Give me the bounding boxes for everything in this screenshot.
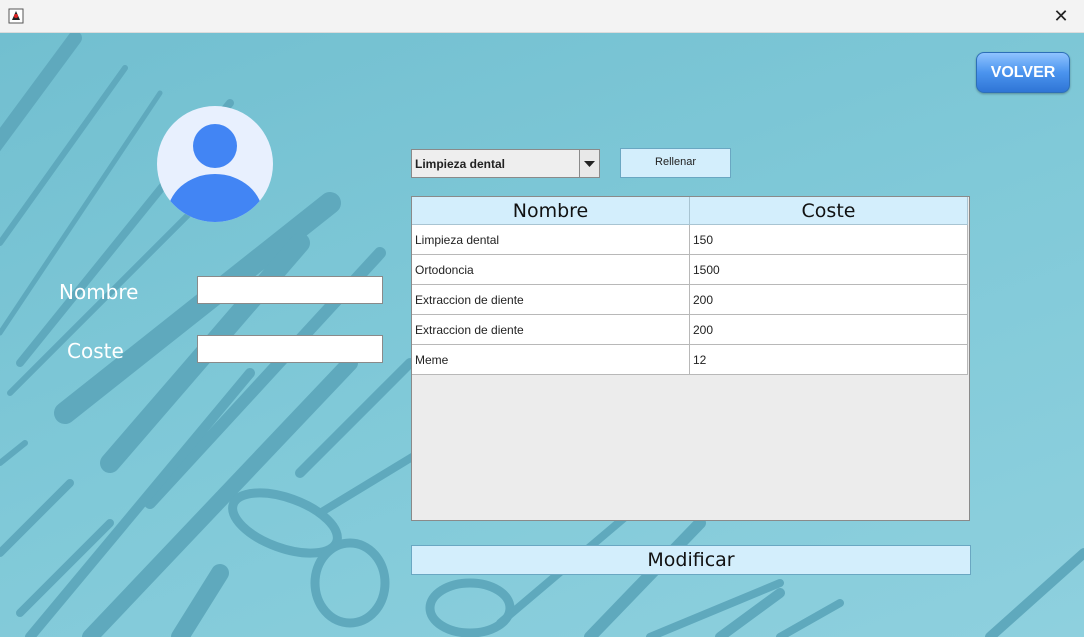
table-cell[interactable]: Extraccion de diente [412, 315, 690, 345]
column-header-nombre[interactable]: Nombre [412, 197, 690, 225]
table-cell[interactable]: 200 [690, 315, 968, 345]
table-row[interactable]: Ortodoncia 1500 [412, 255, 969, 285]
table-cell[interactable]: Extraccion de diente [412, 285, 690, 315]
close-icon: ✕ [1053, 5, 1069, 27]
treatment-select[interactable]: Limpieza dental [411, 149, 600, 178]
modificar-button[interactable]: Modificar [411, 545, 971, 575]
window-titlebar: ✕ [0, 0, 1084, 33]
table-cell[interactable]: Meme [412, 345, 690, 375]
column-header-coste[interactable]: Coste [690, 197, 968, 225]
user-avatar-icon [157, 106, 273, 222]
table-row[interactable]: Meme 12 [412, 345, 969, 375]
rellenar-button[interactable]: Rellenar [620, 148, 731, 178]
table-cell[interactable]: 1500 [690, 255, 968, 285]
treatment-select-value: Limpieza dental [415, 156, 506, 171]
volver-button[interactable]: VOLVER [976, 52, 1070, 93]
main-panel: VOLVER Nombre Coste Limpieza dental Rell… [0, 33, 1084, 637]
chevron-down-icon [584, 160, 595, 167]
nombre-label: Nombre [59, 280, 139, 304]
table-row[interactable]: Extraccion de diente 200 [412, 315, 969, 345]
coste-label: Coste [67, 339, 124, 363]
table-cell[interactable]: Ortodoncia [412, 255, 690, 285]
table-cell[interactable]: Limpieza dental [412, 225, 690, 255]
close-window-button[interactable]: ✕ [1038, 0, 1084, 32]
table-header: Nombre Coste [412, 197, 969, 225]
table-row[interactable]: Limpieza dental 150 [412, 225, 969, 255]
dropdown-arrow-button[interactable] [579, 150, 599, 177]
java-duke-icon [8, 8, 24, 24]
treatments-table: Nombre Coste Limpieza dental 150 Ortodon… [411, 196, 970, 521]
table-cell[interactable]: 200 [690, 285, 968, 315]
table-row[interactable]: Extraccion de diente 200 [412, 285, 969, 315]
coste-input[interactable] [197, 335, 383, 363]
nombre-input[interactable] [197, 276, 383, 304]
table-cell[interactable]: 150 [690, 225, 968, 255]
table-cell[interactable]: 12 [690, 345, 968, 375]
